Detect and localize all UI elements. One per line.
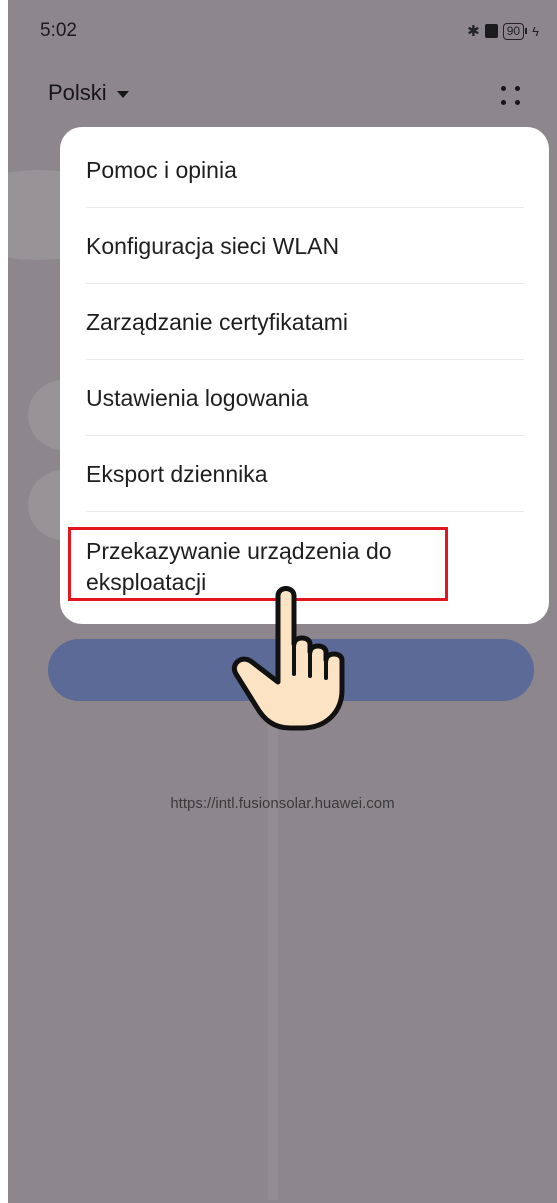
app-screen: 5:02 ✱ 90 ϟ Polski Pomoc i opinia Konfig… bbox=[8, 0, 557, 1203]
language-label: Polski bbox=[48, 80, 107, 105]
status-icons: ✱ 90 ϟ bbox=[467, 22, 539, 40]
menu-item-help-feedback[interactable]: Pomoc i opinia bbox=[86, 155, 524, 186]
divider bbox=[86, 207, 524, 208]
divider bbox=[86, 359, 524, 360]
sim-icon bbox=[484, 24, 498, 38]
divider bbox=[86, 283, 524, 284]
charging-icon: ϟ bbox=[532, 23, 539, 39]
background-shape bbox=[268, 700, 278, 1200]
menu-item-log-export[interactable]: Eksport dziennika bbox=[86, 459, 524, 490]
menu-item-wlan-config[interactable]: Konfiguracja sieci WLAN bbox=[86, 231, 524, 262]
more-icon[interactable] bbox=[498, 83, 524, 109]
battery-level: 90 bbox=[502, 22, 525, 40]
divider bbox=[86, 435, 524, 436]
menu-item-certificate-management[interactable]: Zarządzanie certyfikatami bbox=[86, 307, 524, 338]
menu-item-login-settings[interactable]: Ustawienia logowania bbox=[86, 383, 524, 414]
divider bbox=[86, 511, 524, 512]
status-time: 5:02 bbox=[40, 20, 77, 41]
language-selector[interactable]: Polski bbox=[48, 80, 129, 106]
options-menu: Pomoc i opinia Konfiguracja sieci WLAN Z… bbox=[60, 127, 549, 624]
bluetooth-icon: ✱ bbox=[467, 23, 480, 40]
battery-icon: 90 bbox=[502, 22, 528, 40]
status-bar: 5:02 ✱ 90 ϟ bbox=[8, 0, 557, 64]
footer-url[interactable]: https://intl.fusionsolar.huawei.com bbox=[8, 795, 557, 812]
caret-down-icon bbox=[116, 90, 129, 98]
pointing-hand-icon bbox=[232, 586, 345, 731]
